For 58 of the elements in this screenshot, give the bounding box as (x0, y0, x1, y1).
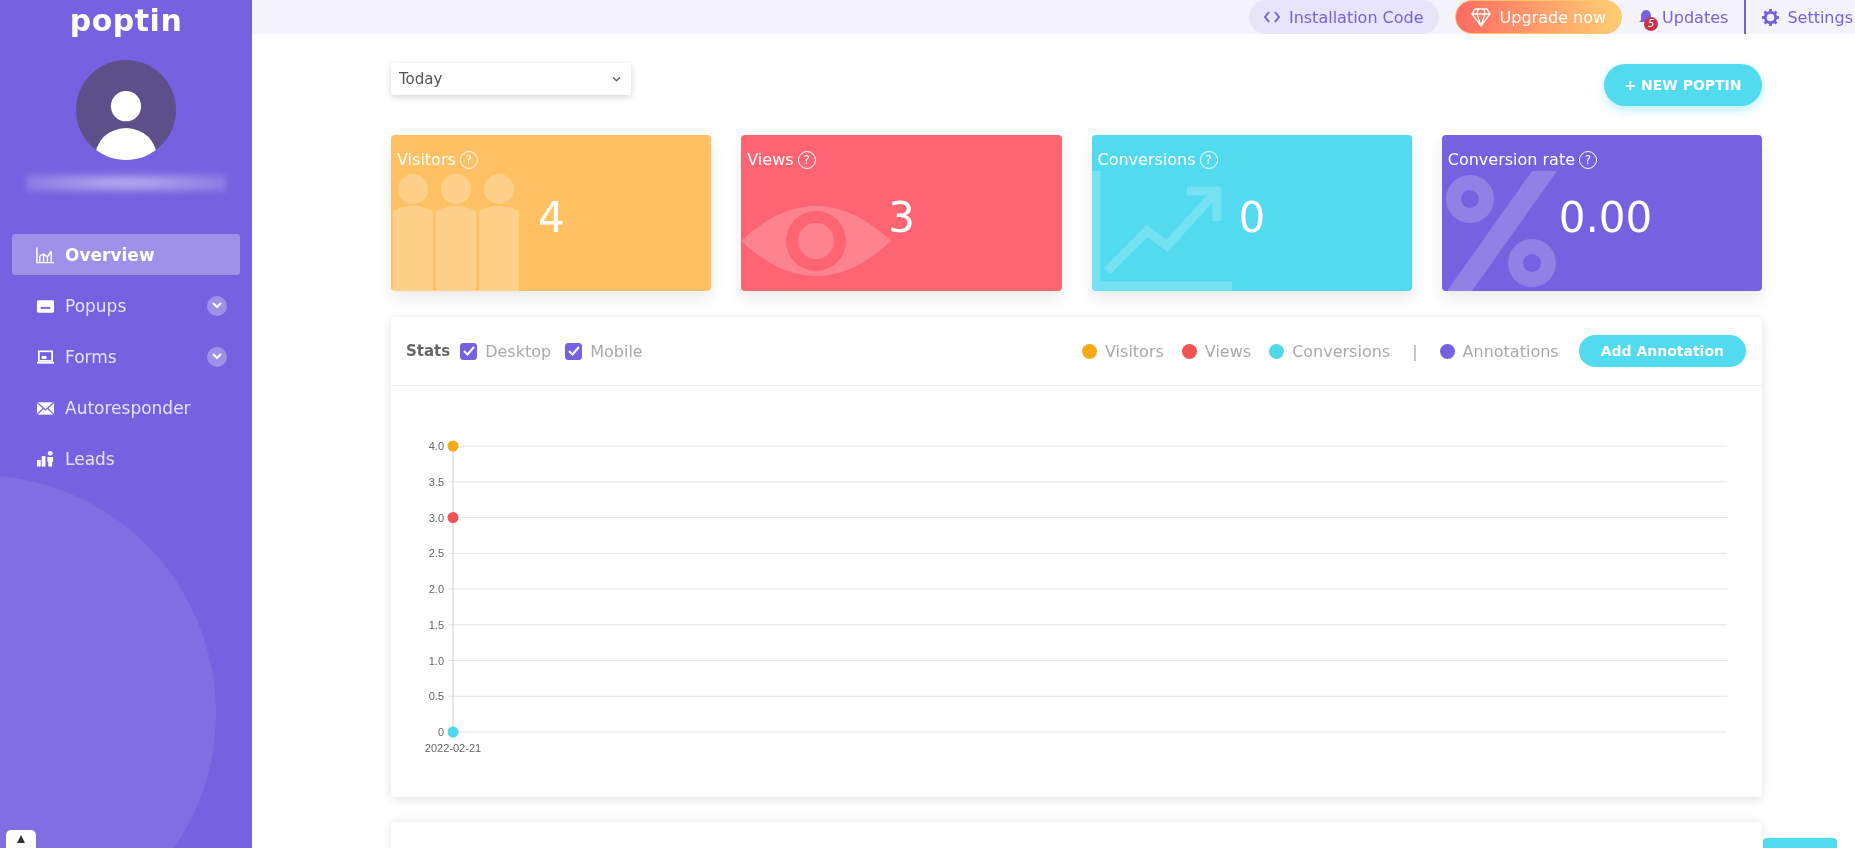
legend-label: Conversions (1292, 341, 1391, 361)
card-title: Conversions (1097, 150, 1196, 169)
legend-label: Annotations (1462, 341, 1559, 361)
card-value: 3 (888, 193, 915, 242)
axis-tick-label: 0 (437, 726, 444, 738)
logo: poptin (69, 2, 183, 40)
axis-tick-label: 0.5 (428, 690, 444, 703)
installation-code-button[interactable]: Installation Code (1248, 0, 1439, 34)
settings-link[interactable]: Settings (1762, 7, 1853, 27)
data-point (447, 726, 459, 738)
axis-tick-label: 1.0 (428, 654, 444, 667)
axis-tick-label: 1.5 (428, 618, 444, 631)
date-select[interactable]: Today (391, 63, 631, 95)
card-value: 4 (538, 193, 565, 242)
trend-chart-icon (1091, 171, 1232, 291)
axis-tick-label: 3.5 (428, 475, 444, 488)
date-value: Today (399, 70, 443, 88)
triangle-icon (15, 834, 27, 844)
stats-title: Stats (406, 342, 451, 360)
nav-item[interactable]: Forms (12, 336, 240, 377)
axis-tick-label: 4.0 (428, 440, 444, 452)
diamond-icon (1470, 7, 1491, 27)
nav-item[interactable]: Autoresponder (12, 387, 240, 428)
card-value: 0.00 (1558, 193, 1653, 242)
checkbox[interactable] (565, 342, 583, 360)
chart-icon (36, 245, 55, 264)
axis-tick-label: 2022-02-21 (424, 742, 482, 754)
leads-icon (36, 449, 55, 468)
checkbox[interactable] (460, 342, 478, 360)
data-point (447, 440, 459, 452)
axis-tick-label: 2.0 (428, 583, 444, 595)
settings-icon (1762, 8, 1780, 26)
code-icon (1263, 11, 1280, 23)
laptop-icon (36, 348, 55, 365)
upgrade-button[interactable]: Upgrade now (1454, 0, 1623, 34)
nav-item[interactable]: Overview (12, 234, 240, 275)
expand-icon[interactable] (207, 346, 227, 367)
caret-icon (612, 76, 621, 82)
legend-label: Visitors (1105, 341, 1164, 361)
scroll-up-button[interactable] (6, 830, 36, 848)
legend-separator: | (1412, 341, 1418, 361)
checkbox-label: Desktop (485, 341, 552, 361)
card-title: Views (747, 150, 794, 169)
card-value: 0 (1238, 193, 1266, 242)
legend-label: Views (1204, 341, 1252, 361)
expand-icon[interactable] (207, 295, 227, 316)
envelope-icon (36, 399, 55, 416)
nav-item[interactable]: Popups (12, 285, 240, 326)
axis-tick-label: 3.0 (428, 511, 444, 524)
people-icon (391, 171, 521, 291)
notification-badge: 5 (1644, 16, 1659, 31)
window-icon (36, 297, 55, 314)
data-point (447, 512, 459, 523)
card-title: Conversion rate (1447, 150, 1576, 169)
card-title: Visitors (397, 150, 456, 169)
nav-item[interactable]: Leads (12, 438, 240, 479)
checkbox-label: Mobile (590, 341, 643, 361)
axis-tick-label: 2.5 (428, 547, 444, 560)
